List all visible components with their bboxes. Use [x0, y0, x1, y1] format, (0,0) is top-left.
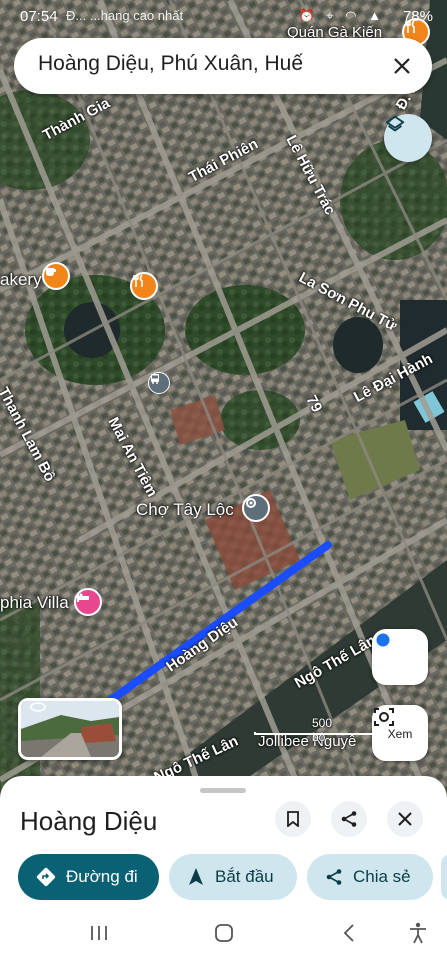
- share-label: Chia sẻ: [353, 867, 411, 886]
- my-location-icon: [373, 630, 393, 650]
- directions-button[interactable]: Đường đi: [18, 854, 159, 900]
- start-button[interactable]: Bắt đầu: [169, 854, 297, 900]
- save-button[interactable]: [275, 801, 311, 837]
- home-button[interactable]: [209, 918, 239, 948]
- poi-label-bakery[interactable]: akery: [0, 270, 42, 290]
- xem-button[interactable]: Xem: [372, 705, 428, 761]
- camera-scan-icon: [374, 708, 394, 726]
- home-icon: [215, 924, 233, 942]
- accessibility-icon: [410, 922, 426, 944]
- back-button[interactable]: [334, 918, 364, 948]
- share-icon: [341, 811, 357, 827]
- directions-icon: [36, 867, 56, 887]
- status-time: 07:54: [20, 8, 58, 25]
- share-chip-button[interactable]: Chia sẻ: [307, 854, 433, 900]
- xem-label: Xem: [387, 727, 413, 741]
- status-bar: 07:54 Đ... ...hang cao nhất ⏰ ⌖ ◠ ▲ 78%: [0, 0, 447, 34]
- recent-apps-button[interactable]: [84, 918, 114, 948]
- status-battery: 78%: [402, 8, 433, 25]
- cafe-poi-icon[interactable]: [42, 262, 70, 290]
- layers-icon: [385, 115, 405, 132]
- street-view-360-icon: [30, 702, 46, 712]
- share-button[interactable]: [331, 801, 367, 837]
- status-system-icons: ⏰ ⌖ ◠ ▲: [298, 8, 385, 23]
- poi-label-sophia-villa[interactable]: phia Villa: [0, 593, 69, 613]
- directions-label: Đường đi: [66, 867, 138, 886]
- street-view-thumbnail[interactable]: [18, 698, 122, 760]
- accessibility-button[interactable]: [403, 918, 433, 948]
- place-title: Hoàng Diệu: [20, 806, 158, 836]
- scale-label: 500 bộ: [312, 716, 333, 744]
- search-bar[interactable]: Hoàng Diệu, Phú Xuân, Huế: [14, 38, 432, 94]
- search-query[interactable]: Hoàng Diệu, Phú Xuân, Huế: [38, 52, 303, 76]
- market-poi-icon[interactable]: [242, 494, 270, 522]
- bookmark-icon: [287, 811, 299, 827]
- more-chip-partial[interactable]: [441, 854, 447, 900]
- poi-label-cho-tay-loc[interactable]: Chợ Tây Lộc: [136, 500, 234, 520]
- back-icon: [343, 924, 354, 942]
- map-layers-button[interactable]: [384, 114, 432, 162]
- recent-apps-icon: [91, 926, 107, 940]
- restaurant-poi-icon[interactable]: [130, 272, 158, 300]
- my-location-button[interactable]: [372, 629, 428, 685]
- system-navigation-bar: [0, 906, 447, 959]
- close-icon: [394, 58, 410, 74]
- sheet-drag-handle[interactable]: [200, 788, 246, 793]
- hotel-poi-icon[interactable]: [74, 588, 102, 616]
- share-icon: [326, 869, 342, 885]
- clear-search-button[interactable]: [382, 46, 422, 86]
- start-label: Bắt đầu: [215, 867, 274, 886]
- scale-bar: [254, 732, 374, 735]
- bus-stop-icon[interactable]: [148, 372, 170, 394]
- satellite-map[interactable]: Thành Gia Thái Phiên Lê Hữu Trác La Sơn …: [0, 0, 447, 790]
- navigation-arrow-icon: [189, 868, 203, 885]
- close-sheet-button[interactable]: [387, 801, 423, 837]
- close-icon: [398, 812, 412, 826]
- poi-label-jollibee[interactable]: Jollibee Nguyễ: [258, 733, 356, 750]
- status-notification: Đ... ...hang cao nhất: [66, 8, 184, 23]
